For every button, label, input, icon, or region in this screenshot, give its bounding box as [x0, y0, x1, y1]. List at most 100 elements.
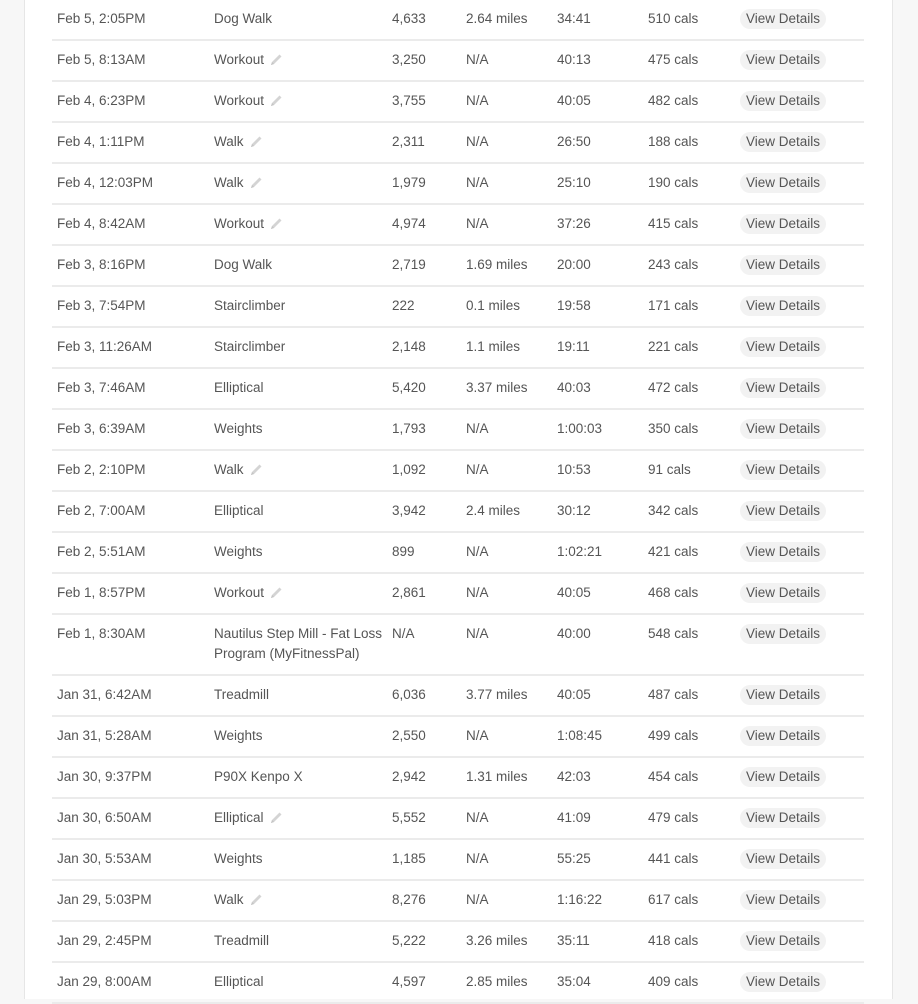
view-details-button[interactable]: View Details: [740, 460, 827, 480]
activity-steps: 1,979: [392, 175, 426, 190]
activity-steps: 222: [392, 298, 415, 313]
view-details-button[interactable]: View Details: [740, 624, 827, 644]
view-details-button[interactable]: View Details: [740, 542, 827, 562]
activity-steps: 4,974: [392, 216, 426, 231]
activity-distance: N/A: [466, 175, 489, 190]
activity-actions: View Details: [740, 758, 840, 797]
activity-calories: 171 cals: [648, 298, 699, 313]
activity-calories: 188 cals: [648, 134, 699, 149]
view-details-button[interactable]: View Details: [740, 9, 827, 29]
activity-duration: 19:11: [557, 339, 590, 354]
view-details-button[interactable]: View Details: [740, 972, 827, 992]
view-details-button[interactable]: View Details: [740, 890, 827, 910]
view-details-button[interactable]: View Details: [740, 255, 827, 275]
view-details-button[interactable]: View Details: [740, 419, 827, 439]
view-details-button[interactable]: View Details: [740, 931, 827, 951]
activity-type-cell: Weights: [214, 840, 392, 879]
view-details-button[interactable]: View Details: [740, 91, 827, 111]
view-details-button[interactable]: View Details: [740, 808, 827, 828]
view-details-button[interactable]: View Details: [740, 849, 827, 869]
pencil-edit-icon[interactable]: [268, 585, 284, 601]
pencil-edit-icon[interactable]: [248, 134, 264, 150]
pencil-edit-icon[interactable]: [268, 52, 284, 68]
pencil-edit-icon[interactable]: [268, 810, 284, 826]
activity-row: Feb 4, 8:42AM Workout 4,974 N/A 37:26 41…: [52, 205, 864, 246]
activity-row: Feb 3, 6:39AM Weights 1,793 N/A 1:00:03 …: [52, 410, 864, 451]
activity-row: Jan 29, 2:45PM Treadmill 5,222 3.26 mile…: [52, 922, 864, 963]
activity-row: Feb 4, 12:03PM Walk 1,979 N/A 25:10 190 …: [52, 164, 864, 205]
activity-row: Feb 5, 8:13AM Workout 3,250 N/A 40:13 47…: [52, 41, 864, 82]
activity-steps: 3,942: [392, 503, 426, 518]
view-details-button[interactable]: View Details: [740, 214, 827, 234]
view-details-button[interactable]: View Details: [740, 50, 827, 70]
activity-distance: N/A: [466, 810, 489, 825]
activity-date: Jan 31, 6:42AM: [57, 687, 152, 702]
activity-row: Feb 3, 11:26AM Stairclimber 2,148 1.1 mi…: [52, 328, 864, 369]
activity-row: Jan 29, 8:00AM Elliptical 4,597 2.85 mil…: [52, 963, 864, 1004]
activity-row: Jan 30, 9:37PM P90X Kenpo X 2,942 1.31 m…: [52, 758, 864, 799]
pencil-edit-icon[interactable]: [248, 175, 264, 191]
activity-row: Feb 5, 2:05PM Dog Walk 4,633 2.64 miles …: [52, 0, 864, 41]
activity-distance: N/A: [466, 462, 489, 477]
activity-steps: 5,552: [392, 810, 426, 825]
activity-distance: N/A: [466, 421, 489, 436]
activity-calories: 421 cals: [648, 544, 699, 559]
activity-type-cell: Treadmill: [214, 922, 392, 961]
activity-steps: 899: [392, 544, 415, 559]
activity-calories: 479 cals: [648, 810, 699, 825]
activity-calories: 468 cals: [648, 585, 699, 600]
activity-type: Workout: [214, 93, 265, 108]
view-details-button[interactable]: View Details: [740, 132, 827, 152]
activity-date: Feb 4, 6:23PM: [57, 93, 146, 108]
activity-row: Feb 3, 8:16PM Dog Walk 2,719 1.69 miles …: [52, 246, 864, 287]
activity-type: Walk: [214, 462, 244, 477]
activity-actions: View Details: [740, 451, 840, 490]
activity-duration: 25:10: [557, 175, 591, 190]
pencil-edit-icon[interactable]: [248, 892, 264, 908]
activity-type: Walk: [214, 175, 244, 190]
activity-calories: 487 cals: [648, 687, 699, 702]
activity-type: Nautilus Step Mill - Fat Loss Program (M…: [214, 626, 383, 661]
view-details-button[interactable]: View Details: [740, 296, 827, 316]
view-details-button[interactable]: View Details: [740, 726, 827, 746]
activity-type-cell: Stairclimber: [214, 287, 392, 326]
activity-duration: 41:09: [557, 810, 591, 825]
activity-row: Feb 1, 8:57PM Workout 2,861 N/A 40:05 46…: [52, 574, 864, 615]
activity-type: Walk: [214, 134, 244, 149]
activity-duration: 40:05: [557, 93, 591, 108]
activity-row: Feb 4, 1:11PM Walk 2,311 N/A 26:50 188 c…: [52, 123, 864, 164]
activity-actions: View Details: [740, 0, 840, 39]
view-details-button[interactable]: View Details: [740, 501, 827, 521]
activity-type: Elliptical: [214, 380, 264, 395]
activity-type-cell: Weights: [214, 717, 392, 756]
activity-duration: 1:00:03: [557, 421, 603, 436]
pencil-edit-icon[interactable]: [248, 462, 264, 478]
pencil-edit-icon[interactable]: [268, 216, 284, 232]
activity-distance: N/A: [466, 851, 489, 866]
view-details-button[interactable]: View Details: [740, 767, 827, 787]
activity-row: Feb 3, 7:54PM Stairclimber 222 0.1 miles…: [52, 287, 864, 328]
view-details-button[interactable]: View Details: [740, 337, 827, 357]
view-details-button[interactable]: View Details: [740, 378, 827, 398]
activity-row: Jan 31, 6:42AM Treadmill 6,036 3.77 mile…: [52, 676, 864, 717]
view-details-button[interactable]: View Details: [740, 685, 827, 705]
activity-calories: 454 cals: [648, 769, 699, 784]
activity-steps: 2,719: [392, 257, 426, 272]
activity-actions: View Details: [740, 287, 840, 326]
activity-distance: 1.1 miles: [466, 339, 521, 354]
view-details-button[interactable]: View Details: [740, 583, 827, 603]
activity-calories: 350 cals: [648, 421, 699, 436]
activity-duration: 20:00: [557, 257, 591, 272]
pencil-edit-icon[interactable]: [268, 93, 284, 109]
activity-distance: N/A: [466, 728, 489, 743]
activity-date: Jan 29, 8:00AM: [57, 974, 152, 989]
activity-date: Jan 29, 2:45PM: [57, 933, 152, 948]
activity-duration: 34:41: [557, 11, 591, 26]
activity-type: Treadmill: [214, 933, 270, 948]
activity-actions: View Details: [740, 123, 840, 162]
activity-actions: View Details: [740, 205, 840, 244]
activity-calories: 190 cals: [648, 175, 699, 190]
activity-distance: 2.4 miles: [466, 503, 521, 518]
view-details-button[interactable]: View Details: [740, 173, 827, 193]
activity-row: Feb 2, 7:00AM Elliptical 3,942 2.4 miles…: [52, 492, 864, 533]
